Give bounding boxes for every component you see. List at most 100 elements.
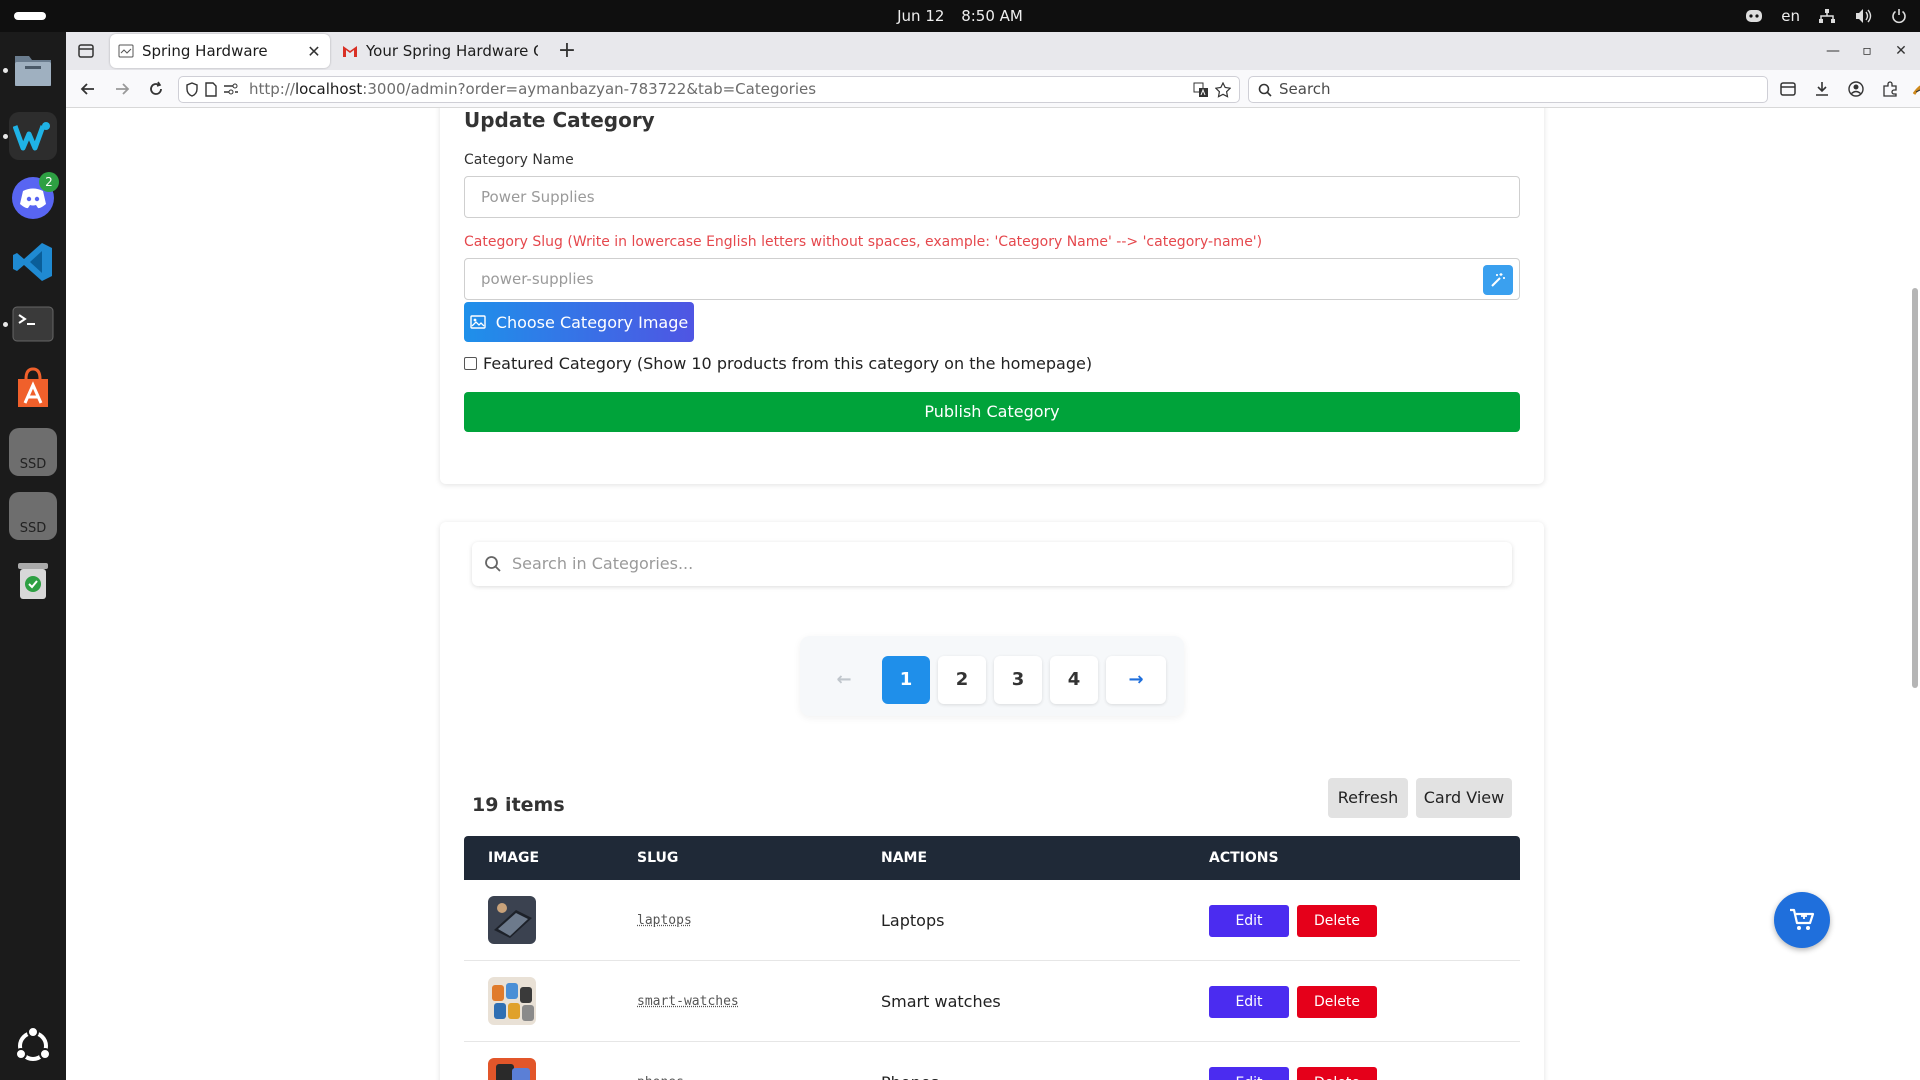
trash-icon[interactable]: [9, 556, 57, 604]
windsurf-app-icon[interactable]: [9, 112, 57, 160]
column-header-slug: SLUG: [637, 836, 678, 880]
new-tab-button[interactable]: +: [554, 38, 580, 64]
page-info-icon[interactable]: [205, 82, 217, 97]
translate-icon[interactable]: [1193, 82, 1209, 98]
running-indicator: [3, 322, 8, 327]
category-slug-value: power-supplies: [481, 259, 594, 299]
addon-icon[interactable]: [1912, 79, 1920, 99]
drive-label: SSD: [9, 457, 57, 472]
close-tab-icon[interactable]: ✕: [306, 42, 322, 61]
tab-order-email[interactable]: Your Spring Hardware Order: [334, 34, 546, 68]
pagination: ← 1 2 3 4 →: [800, 636, 1184, 716]
discord-tray-icon[interactable]: [1745, 7, 1763, 25]
refresh-button[interactable]: Refresh: [1328, 778, 1408, 818]
column-header-image: IMAGE: [488, 836, 539, 880]
page-scrollbar[interactable]: [1912, 288, 1918, 688]
extensions-icon[interactable]: [1880, 79, 1900, 99]
categories-table: IMAGE SLUG NAME ACTIONS laptops Laptops …: [464, 836, 1520, 1080]
tab-spring-hardware[interactable]: Spring Hardware ✕: [110, 34, 330, 68]
delete-button[interactable]: Delete: [1297, 986, 1377, 1018]
category-search-input[interactable]: Search in Categories...: [472, 542, 1512, 586]
category-slug-link[interactable]: phones: [637, 1042, 684, 1080]
pagination-page-3[interactable]: 3: [994, 656, 1042, 704]
publish-category-button[interactable]: Publish Category: [464, 392, 1520, 432]
back-button[interactable]: [76, 77, 100, 101]
language-indicator[interactable]: en: [1781, 7, 1800, 25]
permissions-icon[interactable]: [223, 83, 239, 96]
image-icon: [470, 315, 486, 329]
category-slug-input[interactable]: power-supplies: [464, 258, 1520, 300]
system-tray: en: [1745, 0, 1908, 32]
category-slug-link[interactable]: laptops: [637, 880, 692, 961]
url-host: localhost: [295, 80, 362, 98]
choose-image-label: Choose Category Image: [496, 313, 688, 332]
choose-category-image-button[interactable]: Choose Category Image: [464, 302, 694, 342]
category-name: Phones: [881, 1042, 939, 1080]
minimize-window-button[interactable]: —: [1820, 38, 1846, 64]
close-window-button[interactable]: ✕: [1888, 38, 1914, 64]
ssd-drive-icon[interactable]: SSD: [9, 428, 57, 476]
tab-title: Your Spring Hardware Order: [366, 42, 538, 60]
reload-button[interactable]: [144, 77, 168, 101]
account-icon[interactable]: [1846, 79, 1866, 99]
running-indicator: [3, 68, 8, 73]
ssd-drive-icon[interactable]: SSD: [9, 492, 57, 540]
category-thumbnail: [488, 977, 536, 1025]
page-favicon-icon: [118, 43, 134, 59]
table-row: laptops Laptops Edit Delete: [464, 880, 1520, 961]
pagination-page-1[interactable]: 1: [882, 656, 930, 704]
application-dock: 2 SSD SSD: [0, 32, 66, 1080]
edit-button[interactable]: Edit: [1209, 986, 1289, 1018]
tab-list-icon[interactable]: [76, 41, 96, 61]
shopping-cart-icon: [1789, 908, 1815, 932]
magic-wand-icon: [1490, 272, 1506, 288]
delete-button[interactable]: Delete: [1297, 905, 1377, 937]
power-icon[interactable]: [1890, 7, 1908, 25]
generate-slug-button[interactable]: [1483, 265, 1513, 295]
table-row: smart-watches Smart watches Edit Delete: [464, 961, 1520, 1042]
category-thumbnail: [488, 896, 536, 944]
pagination-page-4[interactable]: 4: [1050, 656, 1098, 704]
pagination-next-button[interactable]: →: [1106, 656, 1166, 704]
bookmark-star-icon[interactable]: [1215, 82, 1231, 98]
featured-category-row: Featured Category (Show 10 products from…: [464, 354, 1092, 373]
category-name: Smart watches: [881, 961, 1001, 1042]
edit-button[interactable]: Edit: [1209, 905, 1289, 937]
form-title: Update Category: [464, 108, 655, 132]
pagination-page-2[interactable]: 2: [938, 656, 986, 704]
terminal-app-icon[interactable]: [9, 300, 57, 348]
page-viewport: Update Category Category Name Power Supp…: [66, 108, 1920, 1080]
cart-floating-button[interactable]: [1774, 892, 1830, 948]
running-indicator: [3, 134, 8, 139]
items-count: 19 items: [472, 794, 565, 816]
vscode-app-icon[interactable]: [9, 238, 57, 286]
card-view-button[interactable]: Card View: [1416, 778, 1512, 818]
category-name-label: Category Name: [464, 152, 574, 168]
restore-window-button[interactable]: ▫: [1854, 38, 1880, 64]
app-center-icon[interactable]: [9, 364, 57, 412]
address-bar[interactable]: http://localhost:3000/admin?order=aymanb…: [178, 76, 1240, 103]
forward-button[interactable]: [110, 77, 134, 101]
column-header-actions: ACTIONS: [1209, 836, 1279, 880]
pocket-icon[interactable]: [1778, 79, 1798, 99]
shield-icon[interactable]: [185, 82, 199, 97]
browser-search-bar[interactable]: Search: [1248, 76, 1768, 103]
volume-icon[interactable]: [1854, 7, 1872, 25]
search-placeholder: Search: [1279, 77, 1331, 102]
pagination-prev-button[interactable]: ←: [820, 656, 868, 704]
featured-category-checkbox[interactable]: [464, 357, 477, 370]
delete-button[interactable]: Delete: [1297, 1067, 1377, 1080]
network-icon[interactable]: [1818, 7, 1836, 25]
browser-navigation-bar: http://localhost:3000/admin?order=aymanb…: [66, 70, 1920, 108]
files-app-icon[interactable]: [9, 46, 57, 94]
featured-category-label[interactable]: Featured Category (Show 10 products from…: [483, 354, 1092, 373]
category-slug-link[interactable]: smart-watches: [637, 961, 739, 1042]
edit-button[interactable]: Edit: [1209, 1067, 1289, 1080]
show-apps-icon[interactable]: [9, 1022, 57, 1070]
update-category-card: Update Category Category Name Power Supp…: [440, 108, 1544, 484]
discord-app-icon[interactable]: 2: [9, 174, 57, 222]
downloads-icon[interactable]: [1812, 79, 1832, 99]
system-clock[interactable]: Jun 12 8:50 AM: [0, 0, 1920, 32]
category-slug-label: Category Slug (Write in lowercase Englis…: [464, 234, 1262, 250]
category-name-input[interactable]: Power Supplies: [464, 176, 1520, 218]
